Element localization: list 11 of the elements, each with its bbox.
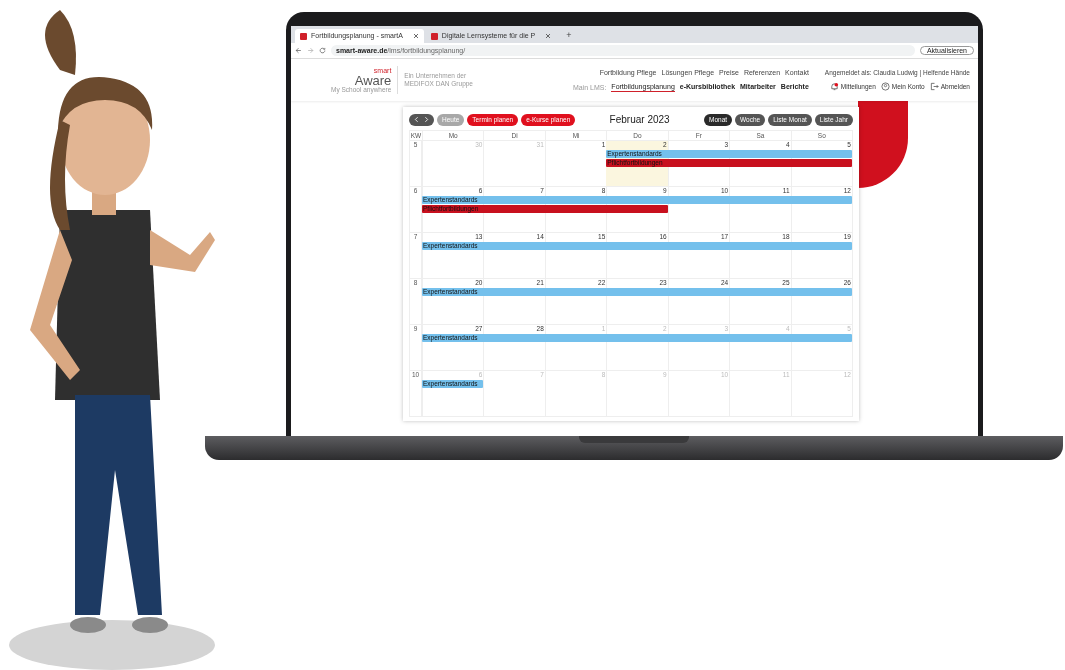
calendar-title: Februar 2023: [608, 114, 671, 125]
close-icon[interactable]: [412, 33, 419, 39]
logout-icon: [929, 82, 939, 91]
bell-icon: [829, 82, 839, 91]
account-icon: [880, 82, 890, 91]
chevron-left-icon[interactable]: [413, 116, 420, 123]
chevron-right-icon[interactable]: [423, 116, 430, 123]
close-icon[interactable]: [545, 33, 552, 39]
reload-icon[interactable]: [319, 47, 326, 54]
new-tab-button[interactable]: +: [562, 28, 576, 41]
back-icon[interactable]: [295, 47, 302, 54]
